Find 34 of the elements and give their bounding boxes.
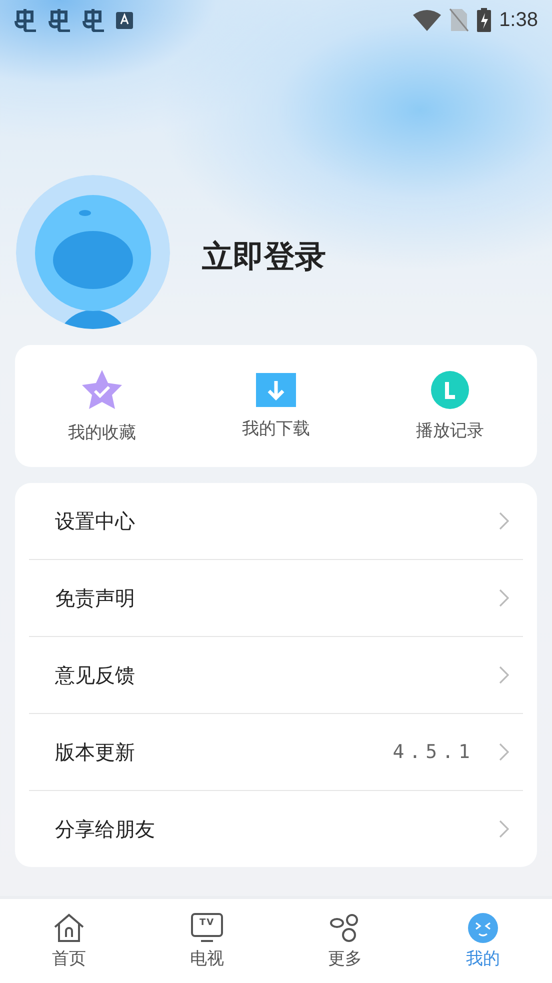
menu-label: 版本更新 bbox=[55, 738, 136, 766]
clock-icon bbox=[431, 370, 469, 408]
chevron-icon bbox=[499, 589, 509, 607]
menu-label: 分享给朋友 bbox=[55, 816, 156, 842]
shortcut-button[interactable]: 播放记录 bbox=[363, 370, 537, 442]
keyboard-icon bbox=[116, 12, 133, 28]
bubbles-icon bbox=[330, 912, 360, 942]
chevron-icon bbox=[499, 512, 509, 530]
star-icon bbox=[80, 368, 124, 410]
battery-icon bbox=[477, 8, 492, 32]
nav-tab[interactable]: 更多 bbox=[276, 899, 414, 983]
shortcut-button[interactable]: 我的下载 bbox=[189, 372, 363, 440]
menu-row[interactable]: 版本更新 4.5.1 bbox=[29, 714, 523, 791]
version-value: 4.5.1 bbox=[392, 741, 475, 763]
menu-label: 意见反馈 bbox=[55, 662, 136, 688]
no-sim-icon bbox=[449, 8, 470, 32]
chevron-icon bbox=[499, 820, 509, 838]
home-icon bbox=[53, 912, 85, 942]
face-icon bbox=[468, 912, 498, 942]
menu-label: 免责声明 bbox=[55, 584, 136, 612]
menu-row[interactable]: 意见反馈 bbox=[29, 637, 523, 714]
nav-tab[interactable]: TV 电视 bbox=[138, 899, 276, 983]
wifi-icon bbox=[413, 9, 442, 31]
download-icon bbox=[256, 372, 296, 406]
nav-tab[interactable]: 首页 bbox=[0, 899, 138, 983]
chevron-icon bbox=[499, 743, 509, 761]
status-time: 1:38 bbox=[499, 8, 538, 32]
menu-row[interactable]: 分享给朋友 bbox=[29, 791, 523, 867]
chevron-icon bbox=[499, 666, 509, 684]
menu-label: 设置中心 bbox=[55, 508, 136, 534]
menu-row[interactable]: 免责声明 bbox=[29, 560, 523, 637]
login-link[interactable]: 立即登录 bbox=[202, 236, 326, 278]
shortcut-button[interactable]: 我的收藏 bbox=[15, 368, 189, 444]
menu-row[interactable]: 设置中心 bbox=[29, 483, 523, 560]
